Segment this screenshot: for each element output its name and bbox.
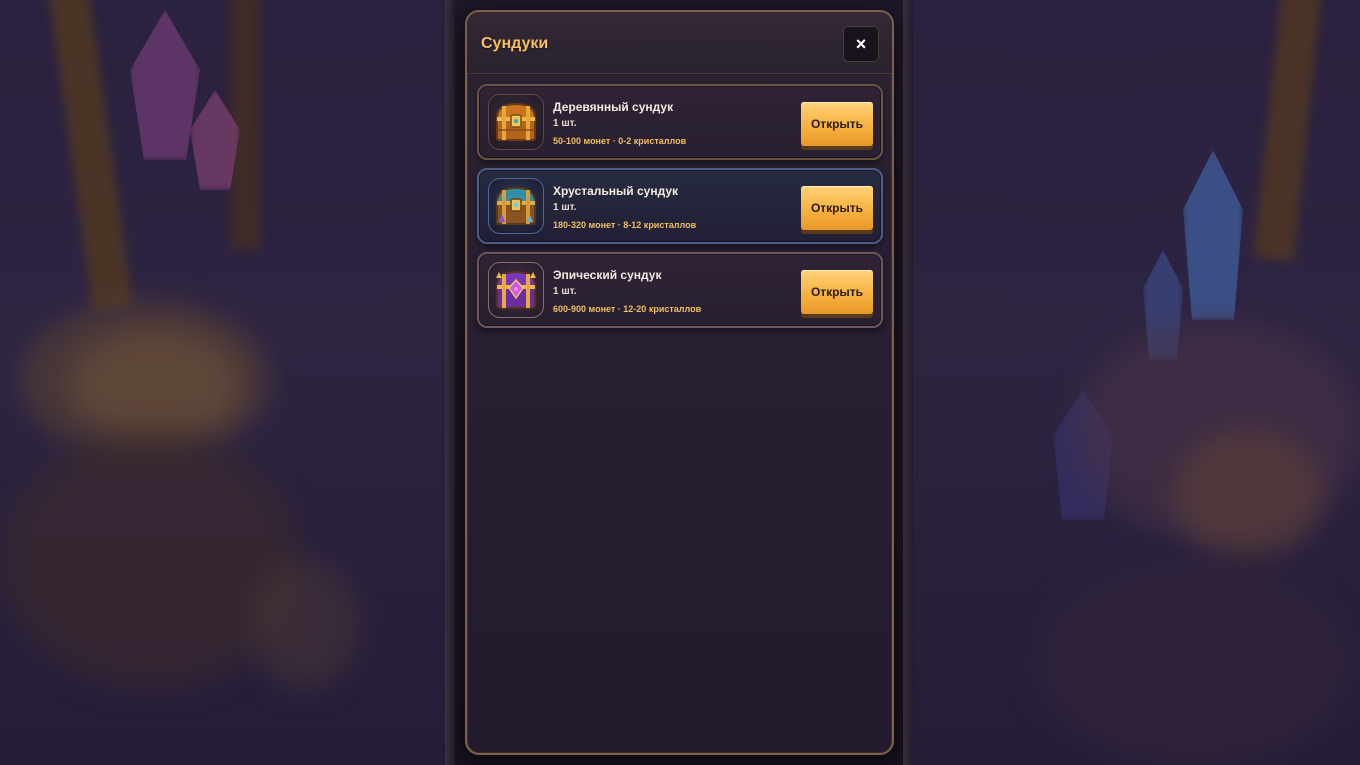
chest-card-wooden: Деревянный сундук 1 шт. 50-100 монет · 0… [477,84,883,160]
chest-quantity: 1 шт. [553,286,577,297]
open-wooden-chest-button[interactable]: Открыть [801,102,873,146]
crystal-chest-icon [488,178,544,234]
epic-chest-icon [488,262,544,318]
background-cave-right [913,0,1360,765]
open-crystal-chest-button[interactable]: Открыть [801,186,873,230]
close-button[interactable]: × [843,26,879,62]
modal-title: Сундуки [481,35,549,52]
chest-rewards: 50-100 монет · 0-2 кристаллов [553,136,687,146]
chest-rewards: 180-320 монет · 8-12 кристаллов [553,220,697,230]
chest-card-crystal: Хрустальный сундук 1 шт. 180-320 монет ·… [477,168,883,244]
chest-name: Деревянный сундук [553,100,674,114]
modal-header: Сундуки × [467,12,892,74]
chest-name: Эпический сундук [553,268,662,282]
chest-card-epic: Эпический сундук 1 шт. 600-900 монет · 1… [477,252,883,328]
open-epic-chest-button[interactable]: Открыть [801,270,873,314]
chest-quantity: 1 шт. [553,202,577,213]
chest-name: Хрустальный сундук [553,184,679,198]
wooden-chest-icon [488,94,544,150]
chest-quantity: 1 шт. [553,118,577,129]
background-cave-left [0,0,445,765]
chests-modal: Сундуки × Деревянный сундук 1 шт. 50-100 [465,10,894,755]
chest-rewards: 600-900 монет · 12-20 кристаллов [553,304,702,314]
chest-list: Деревянный сундук 1 шт. 50-100 монет · 0… [477,84,883,336]
